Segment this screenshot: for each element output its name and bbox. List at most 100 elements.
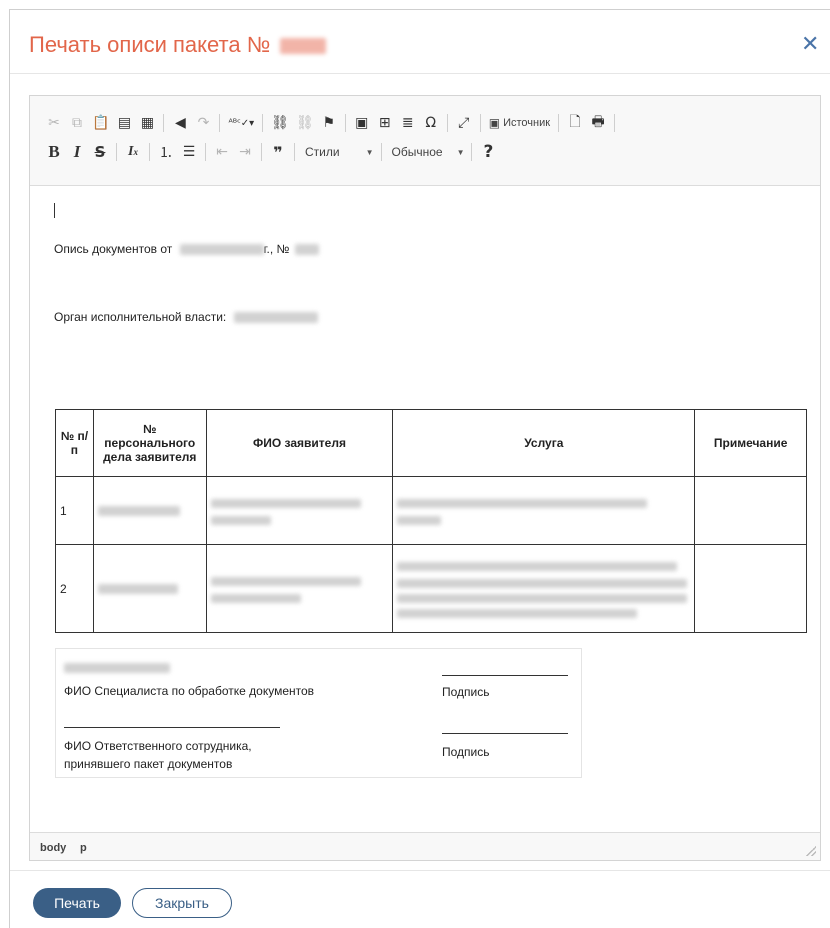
number-redacted — [294, 244, 319, 256]
help-button[interactable]: ? — [478, 141, 498, 163]
dialog-header: Печать описи пакета № ✕ — [10, 10, 830, 74]
cell-applicant — [205, 544, 394, 633]
styles-dropdown[interactable]: Стили ▼ — [301, 141, 378, 163]
print-icon[interactable]: 🖶 — [588, 112, 608, 134]
format-label: Обычное — [391, 145, 443, 159]
chevron-down-icon: ▼ — [365, 147, 374, 157]
cell-case-number — [92, 544, 207, 633]
col-header-note: Примечание — [694, 409, 807, 477]
inventory-number-label: г., № — [263, 242, 290, 256]
responsible-name-line — [64, 727, 280, 728]
bulleted-list-icon[interactable]: ☰ — [179, 141, 199, 163]
unlink-icon[interactable]: ⛓ — [294, 112, 316, 134]
blockquote-icon[interactable]: ❞ — [268, 141, 288, 163]
signature-line-2 — [442, 733, 568, 734]
close-button[interactable]: Закрыть — [132, 888, 232, 918]
authority-redacted — [233, 312, 318, 324]
text-caret — [54, 203, 55, 218]
responsible-label-1: ФИО Ответственного сотрудника, — [64, 739, 252, 753]
source-label: Источник — [503, 117, 551, 129]
paste-icon[interactable]: 📋 — [90, 112, 111, 134]
cell-service — [392, 476, 696, 545]
copy-icon[interactable]: ⧉ — [67, 112, 87, 134]
redacted-text — [397, 561, 678, 571]
inventory-line: Опись документов от г., № — [54, 242, 319, 256]
signature-label-2: Подпись — [442, 745, 490, 759]
print-dialog: Печать описи пакета № ✕ ✂ ⧉ 📋 ▤ ▦ ◀ ↷ ᴬᴮ… — [9, 9, 830, 928]
redacted-text — [97, 506, 180, 517]
indent-icon[interactable]: ⇥ — [235, 141, 255, 163]
resize-handle-icon[interactable] — [806, 846, 816, 856]
strikethrough-button[interactable]: S — [90, 141, 110, 163]
numbered-list-icon[interactable]: ⒈ — [156, 141, 176, 163]
cell-service — [392, 544, 696, 633]
redacted-text — [210, 499, 361, 509]
redacted-text — [397, 499, 648, 509]
dialog-title-text: Печать описи пакета № — [29, 32, 271, 57]
col-header-applicant: ФИО заявителя — [205, 409, 394, 477]
element-path-body[interactable]: body — [40, 842, 66, 854]
cut-icon[interactable]: ✂ — [44, 112, 64, 134]
special-char-icon[interactable]: Ω — [421, 112, 441, 134]
source-button[interactable]: ▣ Источник — [487, 112, 552, 134]
toolbar-separator — [205, 143, 206, 161]
close-icon[interactable]: ✕ — [801, 33, 819, 56]
authority-label: Орган исполнительной власти: — [54, 310, 227, 324]
redo-icon[interactable]: ↷ — [193, 112, 213, 134]
redacted-text — [397, 594, 688, 604]
col-header-service: Услуга — [392, 409, 696, 477]
col-header-case-number: № персонального дела заявителя — [92, 409, 207, 477]
element-path-p[interactable]: p — [80, 842, 87, 854]
format-dropdown[interactable]: Обычное ▼ — [388, 141, 469, 163]
editor-toolbar: ✂ ⧉ 📋 ▤ ▦ ◀ ↷ ᴬᴮᶜ✓▾ ⛓ ⛓ ⚑ ▣ ⊞ ≣ Ω ⤢ ▣ Ис… — [30, 96, 820, 186]
toolbar-row-2: B I S Ix ⒈ ☰ ⇤ ⇥ ❞ Стили ▼ Обычное ▼ ? — [44, 140, 501, 164]
chevron-down-icon: ▼ — [456, 147, 465, 157]
signature-line-1 — [442, 675, 568, 676]
date-redacted — [179, 244, 264, 256]
link-icon[interactable]: ⛓ — [269, 112, 291, 134]
toolbar-separator — [149, 143, 150, 161]
undo-icon[interactable]: ◀ — [170, 112, 190, 134]
redacted-text — [397, 609, 638, 619]
source-icon: ▣ — [488, 116, 501, 130]
toolbar-separator — [471, 143, 473, 161]
toolbar-separator — [261, 143, 262, 161]
maximize-icon[interactable]: ⤢ — [454, 112, 474, 134]
redacted-text — [397, 578, 688, 588]
print-button[interactable]: Печать — [33, 888, 121, 918]
redacted-text — [397, 516, 442, 526]
spellcheck-icon[interactable]: ᴬᴮᶜ✓▾ — [226, 112, 256, 134]
styles-label: Стили — [305, 145, 340, 159]
cell-note — [694, 476, 807, 545]
toolbar-separator — [344, 114, 346, 132]
table-icon[interactable]: ⊞ — [375, 112, 395, 134]
redacted-text — [210, 516, 271, 526]
toolbar-separator — [558, 114, 560, 132]
toolbar-separator — [614, 114, 616, 132]
bold-button[interactable]: B — [44, 141, 64, 163]
horizontal-line-icon[interactable]: ≣ — [398, 112, 418, 134]
cell-note — [694, 544, 807, 633]
cell-case-number — [92, 476, 207, 545]
outdent-icon[interactable]: ⇤ — [212, 141, 232, 163]
paste-word-icon[interactable]: ▦ — [137, 112, 157, 134]
footer-divider — [10, 870, 830, 871]
toolbar-separator — [446, 114, 448, 132]
dialog-title: Печать описи пакета № — [29, 32, 327, 58]
toolbar-separator — [294, 143, 295, 161]
image-icon[interactable]: ▣ — [352, 112, 372, 134]
preview-icon[interactable]: 🗋 — [565, 112, 585, 134]
italic-button[interactable]: I — [67, 141, 87, 163]
redacted-text — [210, 577, 361, 587]
anchor-icon[interactable]: ⚑ — [319, 112, 339, 134]
package-number-redacted — [280, 38, 327, 55]
paste-text-icon[interactable]: ▤ — [114, 112, 134, 134]
toolbar-separator — [479, 114, 481, 132]
editor-content[interactable]: Опись документов от г., № Орган исполнит… — [30, 187, 820, 832]
toolbar-row-1: ✂ ⧉ 📋 ▤ ▦ ◀ ↷ ᴬᴮᶜ✓▾ ⛓ ⛓ ⚑ ▣ ⊞ ≣ Ω ⤢ ▣ Ис… — [44, 111, 621, 135]
inventory-prefix: Опись документов от — [54, 242, 173, 256]
remove-format-icon[interactable]: Ix — [123, 141, 143, 163]
cell-num: 2 — [55, 544, 94, 633]
toolbar-separator — [219, 114, 221, 132]
documents-table: № п/п № персонального дела заявителя ФИО… — [55, 409, 807, 633]
